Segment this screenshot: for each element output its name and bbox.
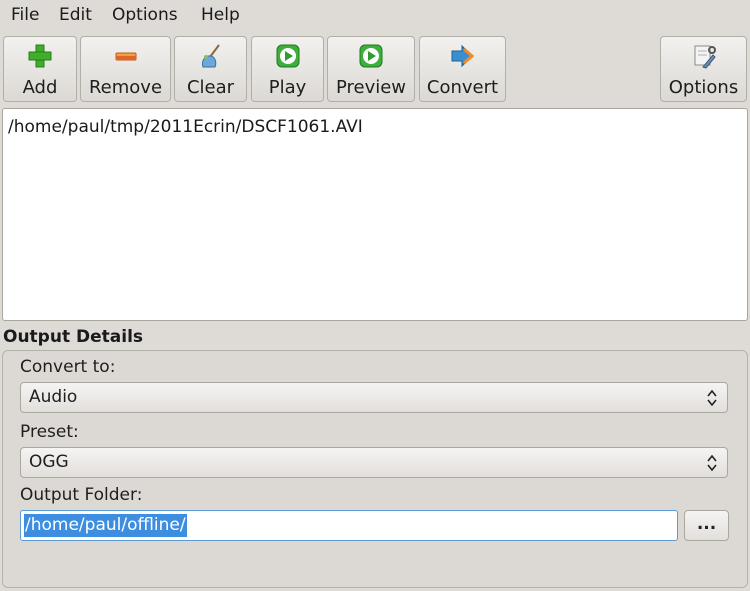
- clear-button-label: Clear: [186, 77, 235, 98]
- play-button-label: Play: [268, 77, 307, 98]
- tools-icon: [691, 43, 717, 69]
- menu-file[interactable]: File: [11, 5, 39, 25]
- convert-to-select[interactable]: Audio: [20, 382, 728, 413]
- remove-button[interactable]: Remove: [80, 36, 171, 102]
- browse-folder-button[interactable]: ...: [684, 510, 729, 541]
- minus-icon: [113, 43, 139, 69]
- up-down-arrows-icon: [707, 454, 717, 472]
- broom-icon: [198, 43, 224, 69]
- file-list[interactable]: /home/paul/tmp/2011Ecrin/DSCF1061.AVI: [2, 108, 748, 321]
- preview-button[interactable]: Preview: [327, 36, 415, 102]
- menu-options[interactable]: Options: [112, 5, 178, 25]
- convert-to-value: Audio: [29, 387, 78, 407]
- plus-icon: [27, 43, 53, 69]
- preset-label: Preset:: [20, 422, 79, 442]
- clear-button[interactable]: Clear: [174, 36, 247, 102]
- convert-button[interactable]: Convert: [419, 36, 506, 102]
- add-button-label: Add: [22, 77, 58, 98]
- preview-button-label: Preview: [335, 77, 407, 98]
- output-folder-value: /home/paul/offline/: [24, 514, 187, 537]
- options-button[interactable]: Options: [660, 36, 747, 102]
- up-down-arrows-icon: [707, 389, 717, 407]
- menu-bar: File Edit Options Help: [0, 0, 750, 32]
- preset-value: OGG: [29, 452, 69, 472]
- play-button[interactable]: Play: [251, 36, 324, 102]
- play-icon: [358, 43, 384, 69]
- preset-select[interactable]: OGG: [20, 447, 728, 478]
- output-details-title: Output Details: [3, 327, 144, 347]
- output-folder-label: Output Folder:: [20, 485, 143, 505]
- convert-button-label: Convert: [426, 77, 499, 98]
- menu-help[interactable]: Help: [201, 5, 240, 25]
- menu-edit[interactable]: Edit: [59, 5, 92, 25]
- convert-arrows-icon: [450, 43, 476, 69]
- remove-button-label: Remove: [88, 77, 163, 98]
- output-folder-input[interactable]: /home/paul/offline/: [20, 510, 678, 541]
- options-button-label: Options: [668, 77, 739, 98]
- convert-to-label: Convert to:: [20, 357, 116, 377]
- list-item[interactable]: /home/paul/tmp/2011Ecrin/DSCF1061.AVI: [8, 117, 363, 137]
- play-icon: [275, 43, 301, 69]
- add-button[interactable]: Add: [3, 36, 77, 102]
